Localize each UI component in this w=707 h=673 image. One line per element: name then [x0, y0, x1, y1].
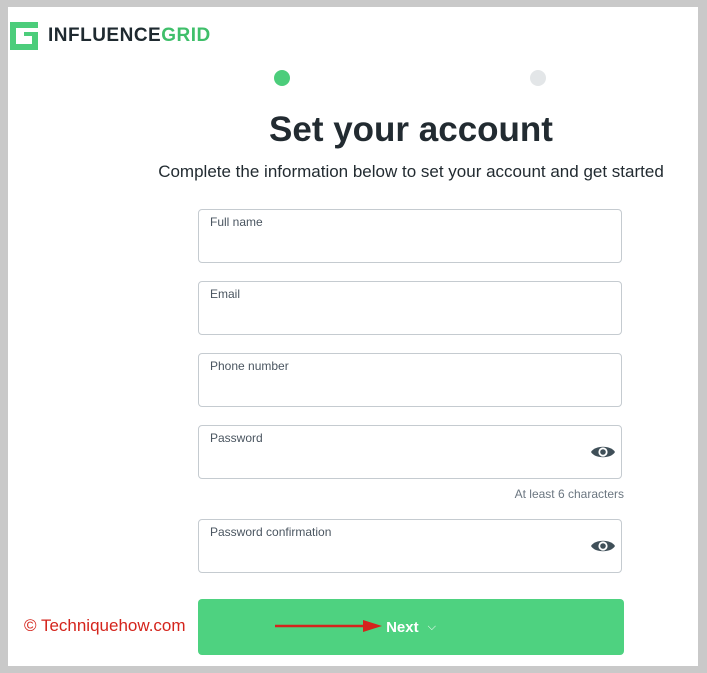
brand-name: INFLUENCEGRID	[48, 25, 211, 47]
full-name-field[interactable]: Full name	[198, 209, 622, 263]
password-confirmation-label: Password confirmation	[210, 525, 332, 539]
eye-icon[interactable]	[590, 443, 616, 461]
password-field[interactable]: Password	[198, 425, 622, 479]
page-title: Set your account	[269, 110, 553, 149]
password-confirmation-input[interactable]	[210, 544, 584, 568]
phone-field[interactable]: Phone number	[198, 353, 622, 407]
arrow-annotation-icon	[275, 620, 382, 632]
brand-logo[interactable]: INFLUENCEGRID	[10, 22, 211, 50]
page-subtitle: Complete the information below to set yo…	[158, 162, 664, 181]
brand-name-part1: INFLUENCE	[48, 25, 162, 46]
next-button-label: Next	[386, 618, 419, 636]
influencegrid-logo-icon	[10, 22, 38, 50]
email-label: Email	[210, 287, 241, 301]
next-button[interactable]: Next ⌵	[198, 599, 624, 655]
step-indicator-inactive	[530, 70, 546, 86]
full-name-input[interactable]	[210, 234, 584, 258]
password-confirmation-field[interactable]: Password confirmation	[198, 519, 622, 573]
password-label: Password	[210, 431, 263, 445]
email-input[interactable]	[210, 306, 584, 330]
phone-input[interactable]	[210, 378, 584, 402]
email-field[interactable]: Email	[198, 281, 622, 335]
watermark: © Techniquehow.com	[24, 616, 186, 635]
phone-label: Phone number	[210, 359, 289, 373]
eye-icon[interactable]	[590, 537, 616, 555]
full-name-label: Full name	[210, 215, 263, 229]
chevron-down-icon: ⌵	[427, 620, 436, 633]
brand-name-part2: GRID	[161, 25, 211, 46]
signup-page: INFLUENCEGRID Set your account Complete …	[8, 7, 698, 666]
password-input[interactable]	[210, 450, 584, 474]
password-hint: At least 6 characters	[514, 487, 624, 501]
step-indicator-active	[274, 70, 290, 86]
